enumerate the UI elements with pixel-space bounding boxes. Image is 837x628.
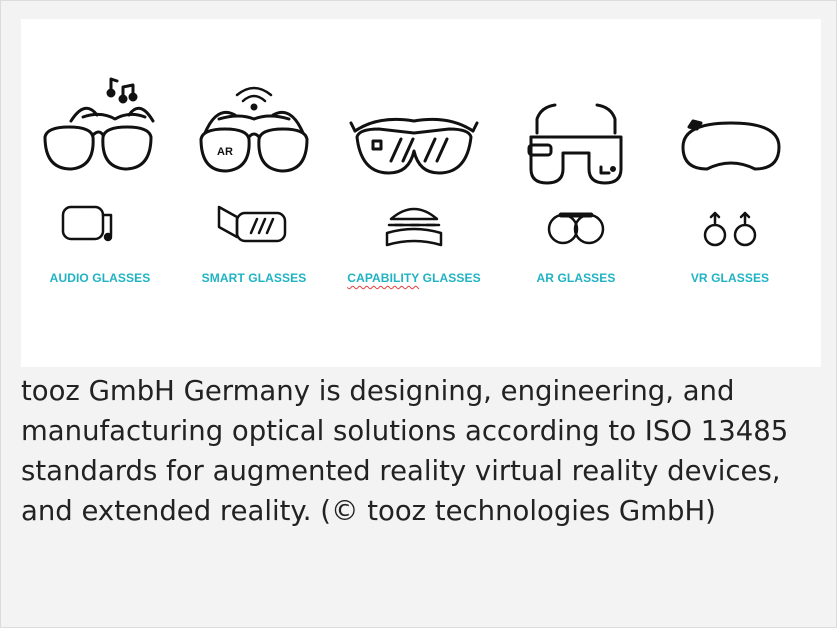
category-label: VR GLASSES xyxy=(690,271,770,285)
smart-glasses-icon xyxy=(199,86,309,173)
image-frame: AUDIO GLASSES AR SMART GLASSES CAPABILIT… xyxy=(0,0,837,628)
binocular-lens-icon xyxy=(547,212,605,245)
layered-lens-icon xyxy=(385,207,443,247)
capability-glasses-icon xyxy=(349,117,479,175)
vr-headset-icon xyxy=(681,119,781,171)
category-label: CAPABILITY GLASSES xyxy=(339,271,489,285)
ar-badge: AR xyxy=(217,146,233,158)
category-label: SMART GLASSES xyxy=(201,271,307,285)
ar-glasses-icon xyxy=(527,103,623,185)
category-capability-glasses: CAPABILITY GLASSES xyxy=(339,19,489,367)
glasses-categories-figure: AUDIO GLASSES AR SMART GLASSES CAPABILIT… xyxy=(21,19,821,367)
projector-lens-icon xyxy=(217,205,287,243)
eye-tracking-lens-icon xyxy=(703,211,757,247)
audio-glasses-icon xyxy=(43,77,155,171)
category-vr-glasses: VR GLASSES xyxy=(655,19,805,367)
ear-speaker-lens-icon xyxy=(61,205,113,242)
category-ar-glasses: AR GLASSES xyxy=(501,19,651,367)
image-caption: tooz GmbH Germany is designing, engineer… xyxy=(21,375,789,527)
spellcheck-underlined-word: CAPABILITY xyxy=(347,271,420,285)
category-audio-glasses: AUDIO GLASSES xyxy=(25,19,175,367)
category-smart-glasses: AR SMART GLASSES xyxy=(179,19,329,367)
category-label: AR GLASSES xyxy=(536,271,616,285)
category-label: AUDIO GLASSES xyxy=(49,271,151,285)
category-label-rest: GLASSES xyxy=(419,271,481,285)
